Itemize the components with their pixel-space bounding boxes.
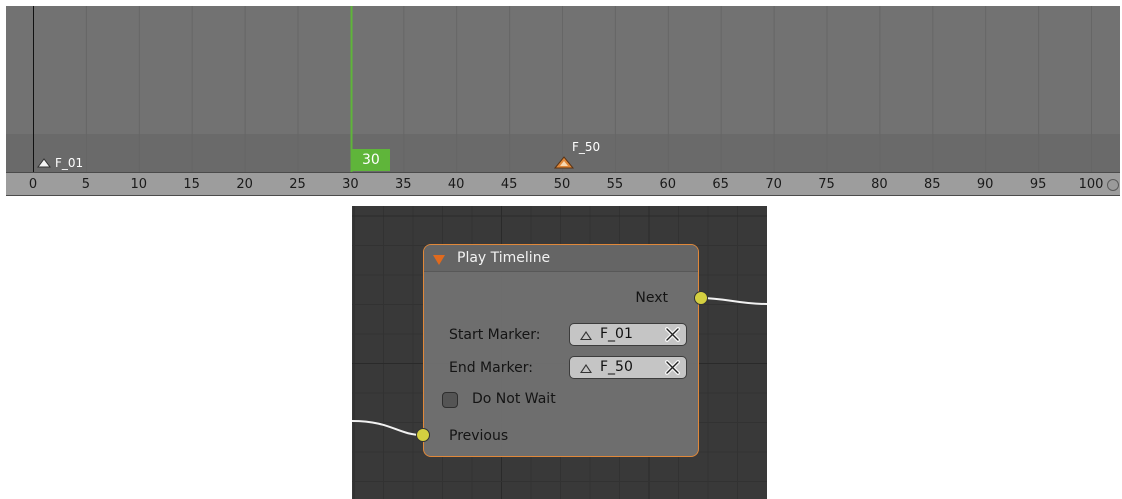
end-marker-label: End Marker: [449, 360, 533, 376]
input-link-wire[interactable] [352, 420, 424, 436]
ruler-label: 35 [395, 177, 412, 192]
do-not-wait-label[interactable]: Do Not Wait [472, 391, 556, 407]
ruler-label: 40 [447, 177, 465, 192]
clear-x-icon[interactable] [665, 327, 680, 342]
ruler-label: 30 [342, 177, 359, 192]
ruler-label: 100 [1078, 177, 1104, 192]
timeline-editor[interactable]: F_01 F_50 30 0 5 10 15 20 25 30 35 40 45 50 55 60 65 7… [6, 6, 1120, 196]
marker-icon [580, 331, 592, 340]
ruler-label: 45 [500, 177, 518, 192]
ruler-label: 55 [606, 177, 624, 192]
timeline-canvas[interactable] [6, 6, 1120, 196]
ruler-label: 65 [712, 177, 729, 192]
ruler-label: 90 [976, 177, 994, 192]
marker-f01-label[interactable]: F_01 [55, 156, 83, 170]
marker-icon [580, 364, 592, 373]
end-marker-value: F_50 [600, 359, 633, 375]
ruler-label: 70 [765, 177, 782, 192]
ruler-label: 80 [871, 177, 888, 192]
do-not-wait-checkbox[interactable] [442, 392, 458, 408]
ruler-label: 95 [1029, 177, 1047, 192]
ruler-label: 15 [183, 177, 200, 192]
node-header[interactable]: Play Timeline [424, 245, 698, 272]
timeline-scroll-handle[interactable] [1107, 179, 1119, 191]
ruler-label: 25 [289, 177, 306, 192]
node-title: Play Timeline [457, 250, 551, 266]
ruler-label: 5 [81, 177, 91, 192]
ruler-label: 60 [659, 177, 677, 192]
ruler-label: 10 [130, 177, 148, 192]
ruler-label: 0 [28, 177, 38, 192]
start-marker-field[interactable]: F_01 [569, 323, 687, 346]
ruler-label: 20 [236, 177, 253, 192]
node-editor[interactable]: Play Timeline Next Start Marker: F_01 En… [352, 206, 767, 499]
ruler-label: 75 [818, 177, 835, 192]
output-link-wire[interactable] [698, 297, 767, 305]
previous-input-socket[interactable] [416, 428, 430, 442]
start-marker-label: Start Marker: [449, 327, 541, 343]
play-timeline-node[interactable]: Play Timeline Next Start Marker: F_01 En… [423, 244, 699, 457]
end-marker-field[interactable]: F_50 [569, 356, 687, 379]
next-output-socket[interactable] [694, 291, 708, 305]
next-socket-label: Next [635, 290, 668, 306]
clear-x-icon[interactable] [665, 360, 680, 375]
collapse-triangle-icon[interactable] [433, 255, 445, 265]
ruler-label: 85 [924, 177, 941, 192]
marker-f50-label[interactable]: F_50 [572, 140, 600, 154]
start-marker-value: F_01 [600, 326, 633, 342]
current-frame-badge[interactable]: 30 [352, 149, 390, 171]
previous-socket-label: Previous [449, 428, 509, 444]
ruler-label: 50 [553, 177, 571, 192]
